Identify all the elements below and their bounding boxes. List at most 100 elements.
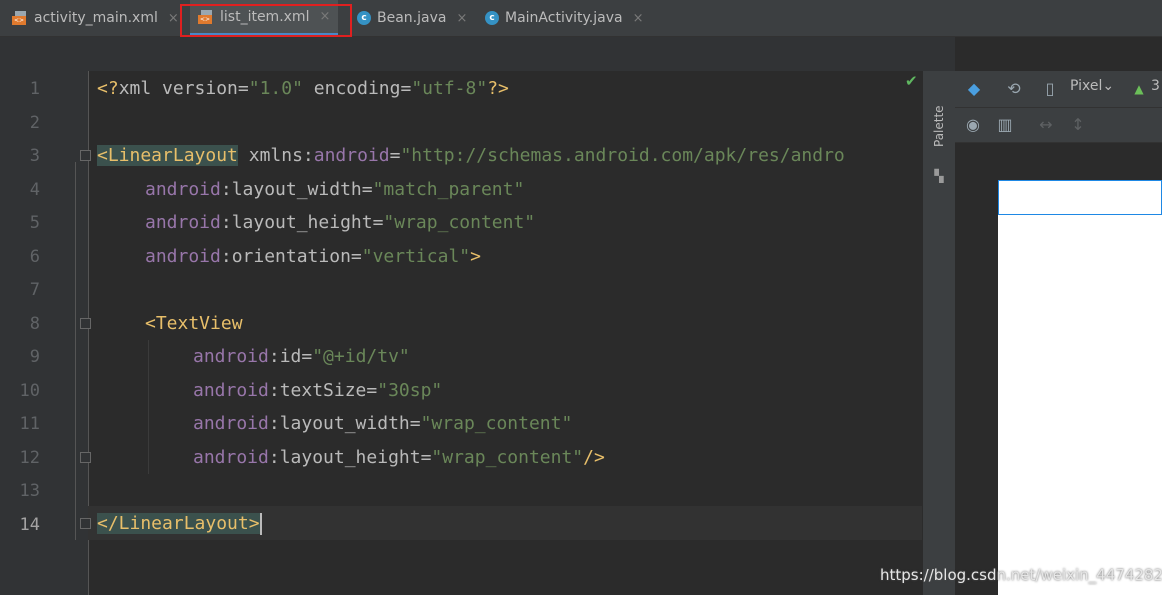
device-selector[interactable]: Pixel⌄ (1070, 78, 1114, 94)
xml-tag: > (470, 246, 481, 267)
xml-tag: <LinearLayout (97, 145, 238, 166)
inspection-ok-icon[interactable]: ✔ (905, 72, 918, 90)
close-icon[interactable]: × (168, 11, 179, 26)
xml-token: ?> (487, 78, 509, 99)
line-number: 11 (19, 414, 40, 434)
xml-namespace: android (313, 145, 390, 166)
line-number-current: 14 (19, 515, 40, 535)
editor-breadcrumb-strip (0, 37, 955, 71)
tab-mainactivity-java[interactable]: c MainActivity.java × (485, 0, 643, 36)
annotation-highlight-box (180, 4, 352, 37)
xml-token: xmlns: (237, 145, 314, 166)
line-number: 3 (29, 146, 40, 166)
tab-label: MainActivity.java (505, 10, 623, 26)
code-line-4[interactable]: android:layout_width="match_parent" (145, 173, 524, 207)
palette-tab[interactable]: Palette (925, 91, 953, 161)
editor-tab-bar: <> activity_main.xml × <> list_item.xml … (0, 0, 1162, 37)
xml-namespace: android (145, 246, 221, 267)
xml-file-icon: <> (12, 11, 28, 25)
tab-activity-main-xml[interactable]: <> activity_main.xml × (12, 0, 179, 36)
xml-tag: </LinearLayout> (97, 513, 260, 534)
line-number: 4 (29, 180, 40, 200)
blueprint-icon[interactable]: ▥ (994, 114, 1016, 136)
xml-value: "wrap_content" (383, 212, 536, 233)
xml-attribute: :id (268, 346, 302, 367)
design-toolbar: ◆ ⟲ ▯ Pixel⌄ ▲ 3 (955, 71, 1162, 108)
text-caret (259, 513, 262, 535)
xml-attribute: :layout_width (220, 179, 362, 200)
watermark-text: https://blog.csdn.net/weixin_44742824 (880, 566, 1162, 584)
close-icon[interactable]: × (633, 11, 644, 26)
layers-icon[interactable]: ◆ (963, 78, 985, 100)
line-number: 2 (29, 113, 40, 133)
java-class-icon: c (485, 11, 499, 25)
code-line-11[interactable]: android:layout_width="wrap_content" (193, 407, 572, 441)
code-line-12[interactable]: android:layout_height="wrap_content"/> (193, 441, 605, 475)
android-icon[interactable]: ▲ (1131, 78, 1147, 100)
xml-namespace: android (193, 346, 269, 367)
tab-bean-java[interactable]: c Bean.java × (357, 0, 467, 36)
xml-token: "utf-8" (411, 78, 488, 99)
xml-token: "1.0" (248, 78, 303, 99)
fold-end-icon[interactable] (80, 518, 91, 529)
code-line-9[interactable]: android:id="@+id/tv" (193, 340, 410, 374)
line-number: 7 (29, 280, 40, 300)
code-line-14[interactable]: </LinearLayout> (97, 507, 262, 541)
code-line-6[interactable]: android:orientation="vertical"> (145, 240, 481, 274)
xml-token: = (237, 78, 249, 99)
code-line-5[interactable]: android:layout_height="wrap_content" (145, 206, 535, 240)
xml-token: version (151, 78, 238, 99)
code-line-3[interactable]: <LinearLayout xmlns:android="http://sche… (97, 139, 845, 173)
xml-token: encoding (302, 78, 401, 99)
xml-token: = (389, 145, 401, 166)
close-icon[interactable]: × (456, 11, 467, 26)
selected-view-outline[interactable] (998, 180, 1162, 215)
tab-label: activity_main.xml (34, 10, 158, 26)
java-class-icon: c (357, 11, 371, 25)
layout-design-panel: ◆ ⟲ ▯ Pixel⌄ ▲ 3 ◉ ▥ ↔ ↕ (955, 71, 1162, 595)
xml-namespace: android (193, 413, 269, 434)
xml-token: = (366, 380, 378, 401)
xml-namespace: android (145, 179, 221, 200)
xml-token: = (350, 246, 362, 267)
xml-attribute: :layout_height (268, 447, 421, 468)
line-number: 8 (29, 314, 40, 334)
xml-value: "http://schemas.android.com/apk/res/andr… (400, 145, 845, 166)
xml-value: "wrap_content" (431, 447, 584, 468)
xml-namespace: android (193, 380, 269, 401)
line-number: 10 (19, 381, 40, 401)
xml-tag: <TextView (145, 313, 243, 334)
xml-value: "wrap_content" (420, 413, 573, 434)
fold-end-icon[interactable] (80, 452, 91, 463)
xml-token: = (400, 78, 412, 99)
chevron-down-icon: ⌄ (1102, 78, 1115, 94)
rotate-icon[interactable]: ⟲ (1003, 78, 1025, 100)
xml-attribute: :layout_height (220, 212, 373, 233)
device-preview-canvas[interactable] (998, 180, 1162, 595)
xml-token: = (301, 346, 313, 367)
xml-token: = (409, 413, 421, 434)
xml-value: "30sp" (377, 380, 443, 401)
xml-tag: /> (583, 447, 605, 468)
fold-collapse-icon[interactable] (80, 150, 91, 161)
xml-attribute: :textSize (268, 380, 367, 401)
api-level[interactable]: 3 (1151, 78, 1160, 94)
xml-token: = (420, 447, 432, 468)
xml-value: "match_parent" (372, 179, 525, 200)
xml-attribute: :orientation (220, 246, 351, 267)
indent-guide (148, 340, 149, 474)
xml-token: = (361, 179, 373, 200)
fold-collapse-icon[interactable] (80, 318, 91, 329)
code-line-10[interactable]: android:textSize="30sp" (193, 374, 442, 408)
palette-icon: ▚ (934, 169, 944, 183)
code-line-8[interactable]: <TextView (145, 307, 243, 341)
code-line-1[interactable]: <?xml version="1.0" encoding="utf-8"?> (97, 72, 509, 106)
eye-icon[interactable]: ◉ (962, 114, 984, 136)
xml-value: "@+id/tv" (312, 346, 410, 367)
line-number: 6 (29, 247, 40, 267)
xml-token: <? (97, 78, 119, 99)
line-number: 9 (29, 347, 40, 367)
xml-namespace: android (193, 447, 269, 468)
line-number: 12 (19, 448, 40, 468)
fold-guide-line (75, 162, 76, 540)
